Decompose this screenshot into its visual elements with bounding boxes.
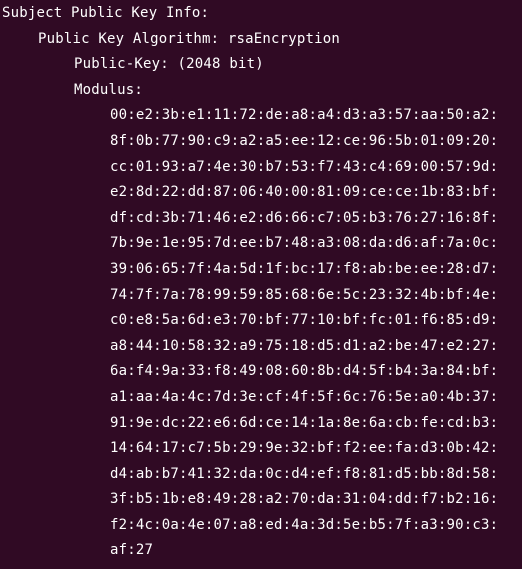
- public-key-algorithm-line: Public Key Algorithm: rsaEncryption: [38, 30, 341, 47]
- modulus-hex-line: 00:e2:3b:e1:11:72:de:a8:a4:d3:a3:57:aa:5…: [110, 107, 499, 124]
- modulus-hex-line: 39:06:65:7f:4a:5d:1f:bc:17:f8:ab:be:ee:2…: [110, 260, 499, 277]
- modulus-hex-line: 91:9e:dc:22:e6:6d:ce:14:1a:8e:6a:cb:fe:c…: [110, 414, 499, 431]
- terminal-output: Subject Public Key Info: Public Key Algo…: [0, 0, 522, 569]
- modulus-hex-line: c0:e8:5a:6d:e3:70:bf:77:10:bf:fc:01:f6:8…: [110, 312, 499, 329]
- public-key-size-line: Public-Key: (2048 bit): [74, 56, 264, 73]
- modulus-hex-line: 74:7f:7a:78:99:59:85:68:6e:5c:23:32:4b:b…: [110, 286, 499, 303]
- modulus-label: Modulus:: [74, 81, 144, 98]
- modulus-hex-line: 6a:f4:9a:33:f8:49:08:60:8b:d4:5f:b4:3a:8…: [110, 363, 499, 380]
- modulus-hex-line-last: af:27: [110, 542, 154, 559]
- subject-public-key-info-heading: Subject Public Key Info:: [2, 5, 210, 21]
- modulus-hex-line: 3f:b5:1b:e8:49:28:a2:70:da:31:04:dd:f7:b…: [110, 491, 499, 508]
- modulus-hex-line: cc:01:93:a7:4e:30:b7:53:f7:43:c4:69:00:5…: [110, 158, 499, 175]
- modulus-hex-line: a8:44:10:58:32:a9:75:18:d5:d1:a2:be:47:e…: [110, 337, 499, 354]
- modulus-hex-line: 7b:9e:1e:95:7d:ee:b7:48:a3:08:da:d6:af:7…: [110, 235, 499, 252]
- modulus-hex-line: 8f:0b:77:90:c9:a2:a5:ee:12:ce:96:5b:01:0…: [110, 132, 499, 149]
- modulus-hex-line: f2:4c:0a:4e:07:a8:ed:4a:3d:5e:b5:7f:a3:9…: [110, 516, 499, 533]
- modulus-hex-line: a1:aa:4a:4c:7d:3e:cf:4f:5f:6c:76:5e:a0:4…: [110, 388, 499, 405]
- modulus-hex-line: df:cd:3b:71:46:e2:d6:66:c7:05:b3:76:27:1…: [110, 209, 499, 226]
- modulus-hex-line: 14:64:17:c7:5b:29:9e:32:bf:f2:ee:fa:d3:0…: [110, 440, 499, 457]
- modulus-hex-line: e2:8d:22:dd:87:06:40:00:81:09:ce:ce:1b:8…: [110, 184, 499, 201]
- modulus-hex-line: d4:ab:b7:41:32:da:0c:d4:ef:f8:81:d5:bb:8…: [110, 465, 499, 482]
